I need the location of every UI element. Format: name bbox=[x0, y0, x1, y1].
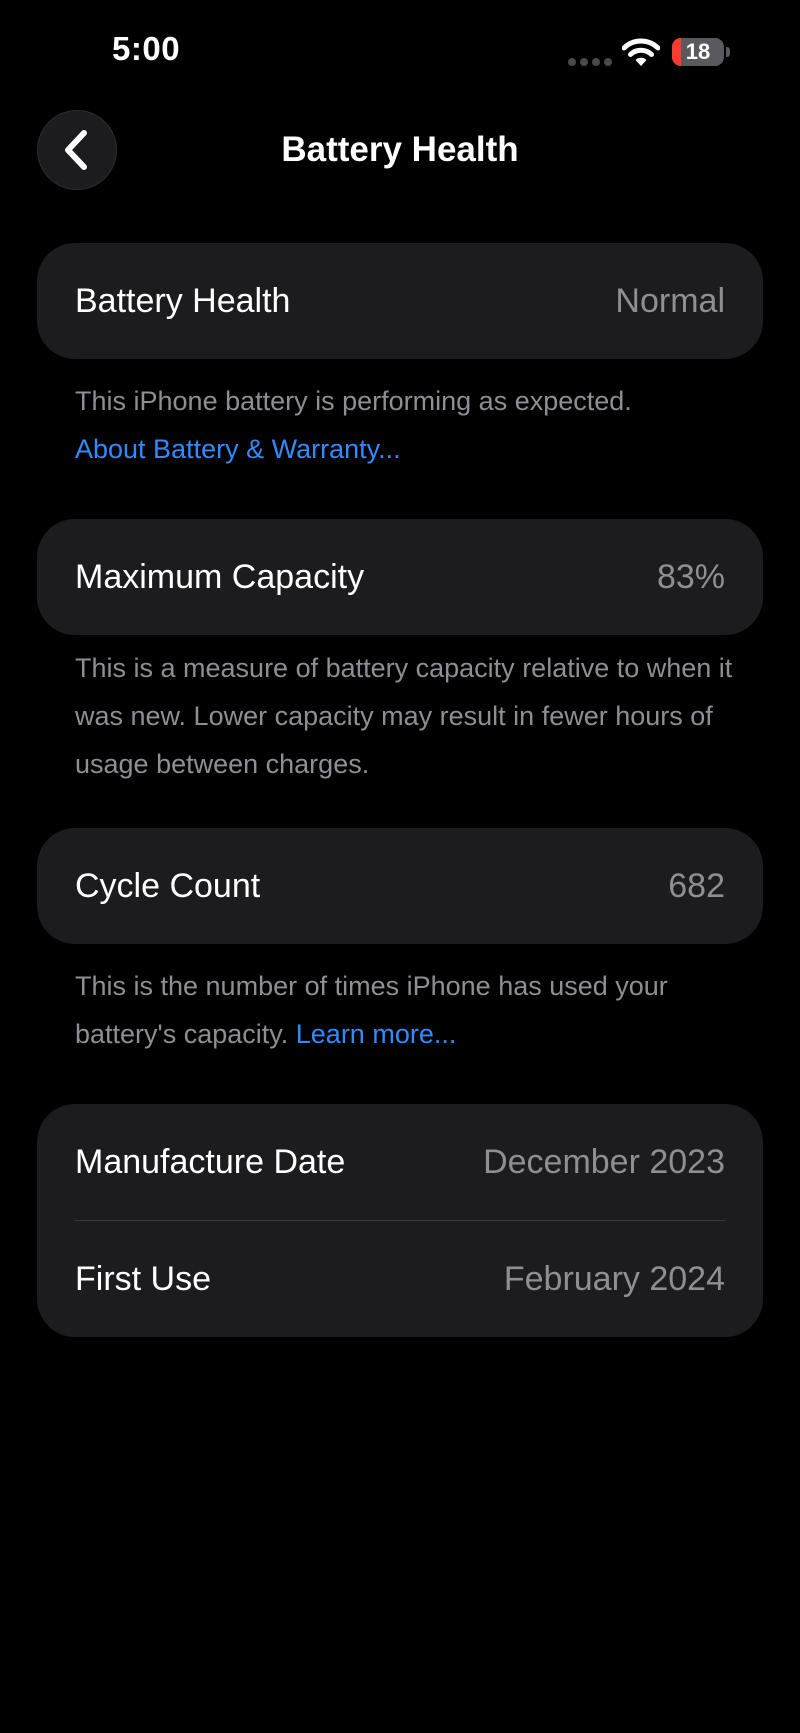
page-title: Battery Health bbox=[281, 130, 519, 169]
battery-health-value: Normal bbox=[615, 281, 725, 320]
about-battery-warranty-link[interactable]: About Battery & Warranty... bbox=[75, 425, 755, 473]
cellular-signal-icon bbox=[568, 58, 612, 66]
first-use-value: February 2024 bbox=[503, 1259, 725, 1298]
dates-card: Manufacture Date December 2023 First Use… bbox=[37, 1104, 763, 1337]
manufacture-date-value: December 2023 bbox=[483, 1142, 725, 1181]
battery-health-card: Battery Health Normal bbox=[37, 243, 763, 359]
maximum-capacity-card: Maximum Capacity 83% bbox=[37, 519, 763, 635]
battery-cap bbox=[726, 47, 730, 57]
status-time: 5:00 bbox=[112, 30, 181, 67]
wifi-icon bbox=[622, 38, 660, 66]
manufacture-date-row: Manufacture Date December 2023 bbox=[37, 1104, 763, 1220]
cycle-count-footnote: This is the number of times iPhone has u… bbox=[75, 962, 755, 1058]
learn-more-link[interactable]: Learn more... bbox=[296, 1019, 457, 1049]
battery-percentage: 18 bbox=[685, 39, 711, 64]
battery-health-label: Battery Health bbox=[75, 281, 291, 320]
cycle-count-row: Cycle Count 682 bbox=[37, 828, 763, 944]
maximum-capacity-label: Maximum Capacity bbox=[75, 557, 365, 596]
first-use-row: First Use February 2024 bbox=[37, 1221, 763, 1337]
maximum-capacity-description: This is a measure of battery capacity re… bbox=[75, 653, 733, 779]
first-use-label: First Use bbox=[75, 1259, 211, 1298]
cycle-count-label: Cycle Count bbox=[75, 866, 261, 905]
battery-health-footnote: This iPhone battery is performing as exp… bbox=[75, 377, 755, 473]
manufacture-date-label: Manufacture Date bbox=[75, 1142, 346, 1181]
battery-icon: 18 bbox=[672, 38, 724, 66]
cycle-count-card: Cycle Count 682 bbox=[37, 828, 763, 944]
maximum-capacity-value: 83% bbox=[656, 557, 725, 596]
battery-health-row: Battery Health Normal bbox=[37, 243, 763, 359]
maximum-capacity-row: Maximum Capacity 83% bbox=[37, 519, 763, 635]
battery-health-description: This iPhone battery is performing as exp… bbox=[75, 386, 632, 416]
cycle-count-value: 682 bbox=[668, 866, 725, 905]
